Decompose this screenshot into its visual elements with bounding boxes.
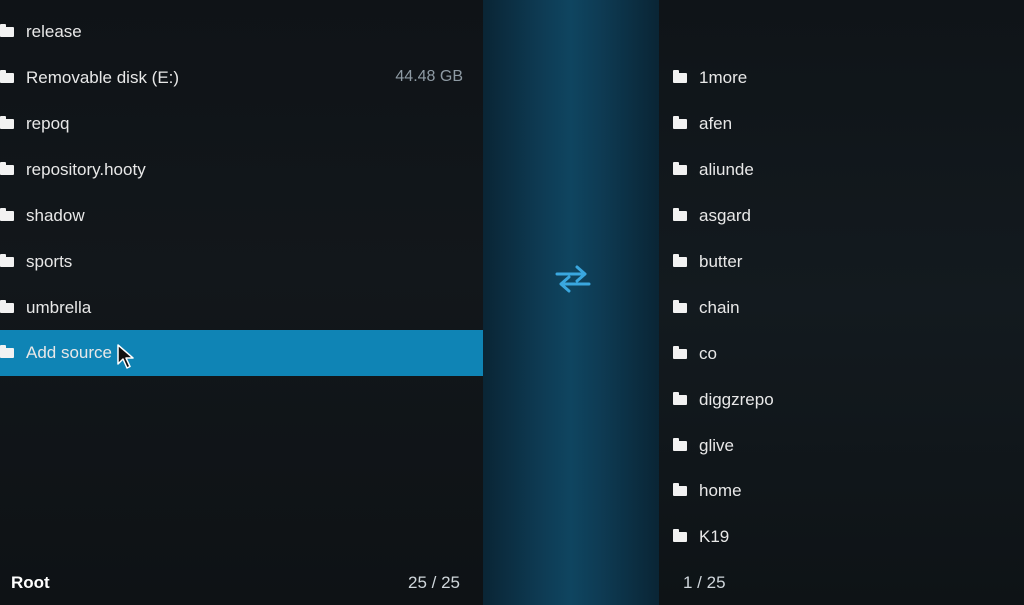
folder-icon bbox=[673, 162, 687, 175]
list-item-label: asgard bbox=[699, 206, 751, 225]
folder-icon bbox=[673, 483, 687, 496]
swap-arrows-icon[interactable] bbox=[553, 262, 593, 296]
folder-icon bbox=[0, 300, 14, 313]
list-item[interactable]: shadow bbox=[0, 193, 483, 239]
list-item-label: Add source bbox=[26, 343, 112, 362]
list-item[interactable]: afen bbox=[659, 101, 1024, 147]
folder-icon bbox=[673, 116, 687, 129]
left-file-list: release Removable disk (E:) 44.48 GB rep… bbox=[0, 0, 483, 605]
center-divider bbox=[483, 0, 659, 605]
folder-icon bbox=[673, 392, 687, 405]
disk-size: 44.48 GB bbox=[395, 68, 463, 85]
list-item-label: co bbox=[699, 344, 717, 363]
folder-icon bbox=[673, 70, 687, 83]
list-item[interactable]: glive bbox=[659, 423, 1024, 469]
list-item-label: chain bbox=[699, 298, 740, 317]
list-item[interactable]: Removable disk (E:) 44.48 GB bbox=[0, 55, 483, 101]
list-item-label: 1more bbox=[699, 68, 748, 87]
list-item[interactable]: umbrella bbox=[0, 285, 483, 331]
current-path-title: Root bbox=[11, 573, 50, 592]
right-item-count: 1 / 25 bbox=[683, 573, 726, 592]
list-item-label: umbrella bbox=[26, 298, 92, 317]
right-file-list: 1more afen aliunde asgard butter chain c… bbox=[659, 0, 1024, 605]
list-item[interactable]: repoq bbox=[0, 101, 483, 147]
mouse-pointer-icon bbox=[117, 344, 134, 369]
list-item[interactable]: asgard bbox=[659, 193, 1024, 239]
list-item[interactable]: chain bbox=[659, 285, 1024, 331]
list-item-label: aliunde bbox=[699, 160, 754, 179]
list-item-label: Removable disk (E:) bbox=[26, 68, 180, 87]
list-item[interactable]: release bbox=[0, 9, 483, 55]
list-item[interactable]: sports bbox=[0, 239, 483, 285]
list-item-label: afen bbox=[699, 114, 733, 133]
list-item-label: repoq bbox=[26, 114, 70, 133]
list-item[interactable]: co bbox=[659, 331, 1024, 377]
list-item-label: K19 bbox=[699, 527, 730, 546]
list-item-label: home bbox=[699, 481, 742, 500]
folder-icon bbox=[673, 254, 687, 267]
list-item-label: diggzrepo bbox=[699, 390, 774, 409]
folder-icon bbox=[0, 254, 14, 267]
list-item[interactable]: aliunde bbox=[659, 147, 1024, 193]
left-item-count: 25 / 25 bbox=[408, 573, 460, 592]
list-item[interactable]: repository.hooty bbox=[0, 147, 483, 193]
list-item-label: release bbox=[26, 22, 82, 41]
list-item-label: repository.hooty bbox=[26, 160, 146, 179]
folder-icon bbox=[0, 24, 14, 37]
folder-icon bbox=[0, 208, 14, 221]
list-item[interactable]: 1more bbox=[659, 55, 1024, 101]
add-source-item[interactable]: Add source bbox=[0, 330, 483, 376]
folder-icon bbox=[673, 346, 687, 359]
folder-icon bbox=[0, 162, 14, 175]
folder-icon bbox=[673, 300, 687, 313]
list-item[interactable]: diggzrepo bbox=[659, 377, 1024, 423]
list-item[interactable]: K19 bbox=[659, 514, 1024, 560]
list-item-label: sports bbox=[26, 252, 73, 271]
list-item-label: butter bbox=[699, 252, 743, 271]
list-item-label: shadow bbox=[26, 206, 85, 225]
list-item-label: glive bbox=[699, 436, 734, 455]
folder-icon bbox=[0, 70, 14, 83]
folder-icon bbox=[673, 529, 687, 542]
list-item[interactable]: home bbox=[659, 468, 1024, 514]
folder-icon bbox=[0, 116, 14, 129]
list-item[interactable]: butter bbox=[659, 239, 1024, 285]
folder-icon bbox=[673, 438, 687, 451]
folder-icon bbox=[673, 208, 687, 221]
folder-icon bbox=[0, 345, 14, 358]
